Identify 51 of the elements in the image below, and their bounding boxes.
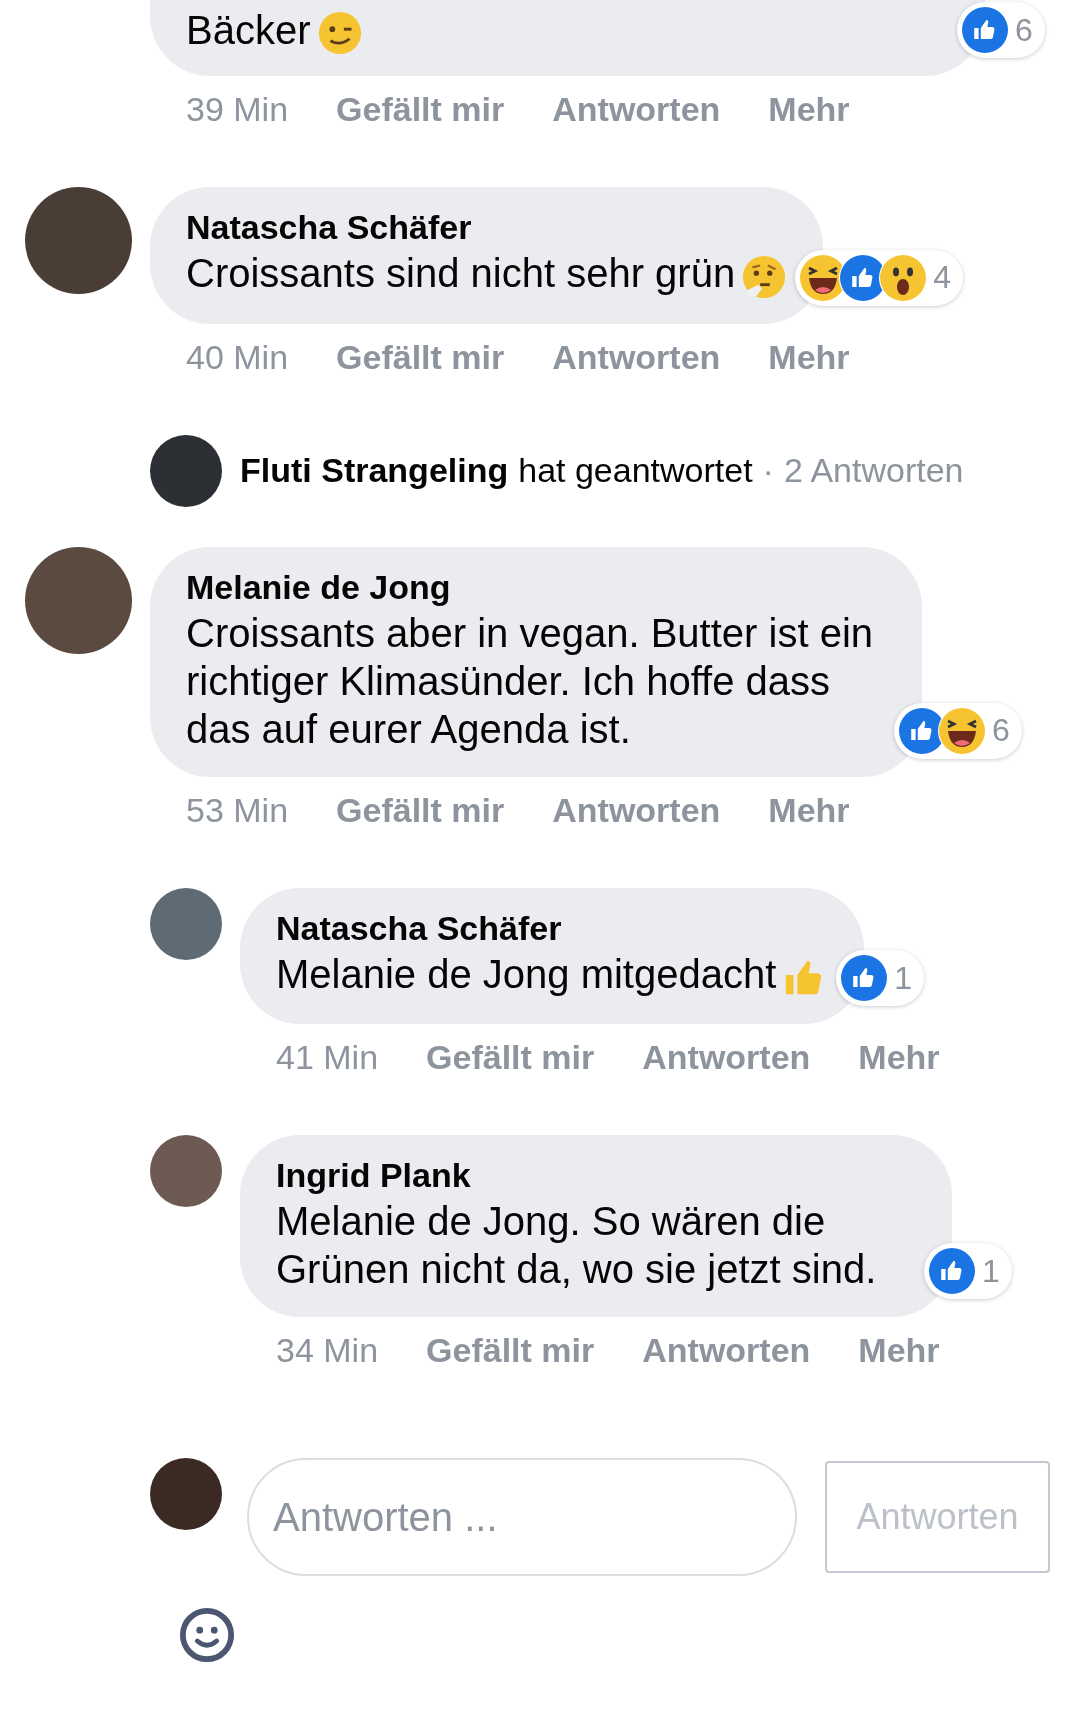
comment-action-link[interactable]: Antworten	[552, 90, 721, 130]
comment-action-link[interactable]: Mehr	[858, 1038, 940, 1078]
commenter-name[interactable]: Natascha Schäfer	[186, 205, 788, 250]
thinking-face-icon	[741, 253, 788, 300]
emoji-picker-icon[interactable]	[178, 1606, 236, 1665]
reply-button[interactable]: Antworten	[825, 1461, 1050, 1574]
commenter-name[interactable]: Melanie de Jong	[186, 564, 886, 609]
reactions-badge[interactable]: 1	[836, 950, 925, 1007]
reaction-count: 4	[933, 259, 951, 297]
comment-time: 41 Min	[276, 1038, 379, 1078]
reply-count-link[interactable]: 2 Antworten	[783, 451, 964, 491]
comment-action-link[interactable]: Antworten	[642, 1331, 811, 1371]
comment-action-link[interactable]: Antworten	[642, 1038, 811, 1078]
comment-time: 53 Min	[186, 790, 289, 830]
reaction-count: 6	[992, 712, 1010, 750]
comment-action-link[interactable]: Mehr	[768, 337, 850, 377]
reaction-count: 1	[894, 959, 913, 997]
comment-time: 39 Min	[186, 90, 289, 130]
comment-action-link[interactable]: Gefällt mir	[336, 90, 505, 130]
comment-action-link[interactable]: Mehr	[768, 90, 850, 130]
reactions-badge[interactable]: 1	[924, 1243, 1012, 1300]
separator-dot: ·	[762, 451, 774, 491]
comment-time: 40 Min	[186, 337, 289, 377]
comment-text: Croissants sind nicht sehr grün	[186, 249, 788, 300]
reactions-badge[interactable]: 4	[795, 249, 963, 306]
reply-author-name[interactable]: Fluti Strangeling	[240, 451, 509, 491]
comment-action-link[interactable]: Antworten	[552, 790, 721, 830]
winking-face-icon	[316, 10, 363, 57]
reactions-badge[interactable]: 6	[894, 702, 1022, 759]
commenter-name[interactable]: Natascha Schäfer	[276, 905, 829, 950]
reactions-badge[interactable]: 6	[957, 2, 1045, 59]
like-reaction-icon	[928, 1247, 976, 1296]
commenter-name[interactable]: Ingrid Plank	[276, 1153, 916, 1198]
comment-action-link[interactable]: Gefällt mir	[426, 1331, 595, 1371]
replied-text: hat geantwortet	[518, 451, 753, 491]
comment-time: 34 Min	[276, 1331, 379, 1371]
reply-input-field[interactable]: Antworten ...	[247, 1458, 797, 1577]
like-reaction-icon	[961, 6, 1009, 55]
comment-action-link[interactable]: Gefällt mir	[336, 790, 505, 830]
comment-action-link[interactable]: Mehr	[858, 1331, 940, 1371]
comment-action-link[interactable]: Gefällt mir	[336, 337, 505, 377]
comment-action-link[interactable]: Mehr	[768, 790, 850, 830]
comment-text: Melanie de Jong mitgedacht	[276, 949, 829, 1001]
comment-text: Bäcker	[186, 6, 886, 57]
comment-text: Croissants aber in vegan. Butter ist ein richtiger Klimasünder. Ich hoffe dass das auf eurer Agenda ist.	[186, 609, 874, 753]
reaction-count: 1	[982, 1252, 1000, 1290]
comment-action-link[interactable]: Antworten	[552, 337, 721, 377]
comment-action-link[interactable]: Gefällt mir	[426, 1038, 595, 1078]
like-reaction-icon	[840, 954, 889, 1003]
reaction-count: 6	[1015, 11, 1033, 49]
comment-text: Melanie de Jong. So wären die Grünen nicht da, wo sie jetzt sind.	[276, 1198, 878, 1294]
